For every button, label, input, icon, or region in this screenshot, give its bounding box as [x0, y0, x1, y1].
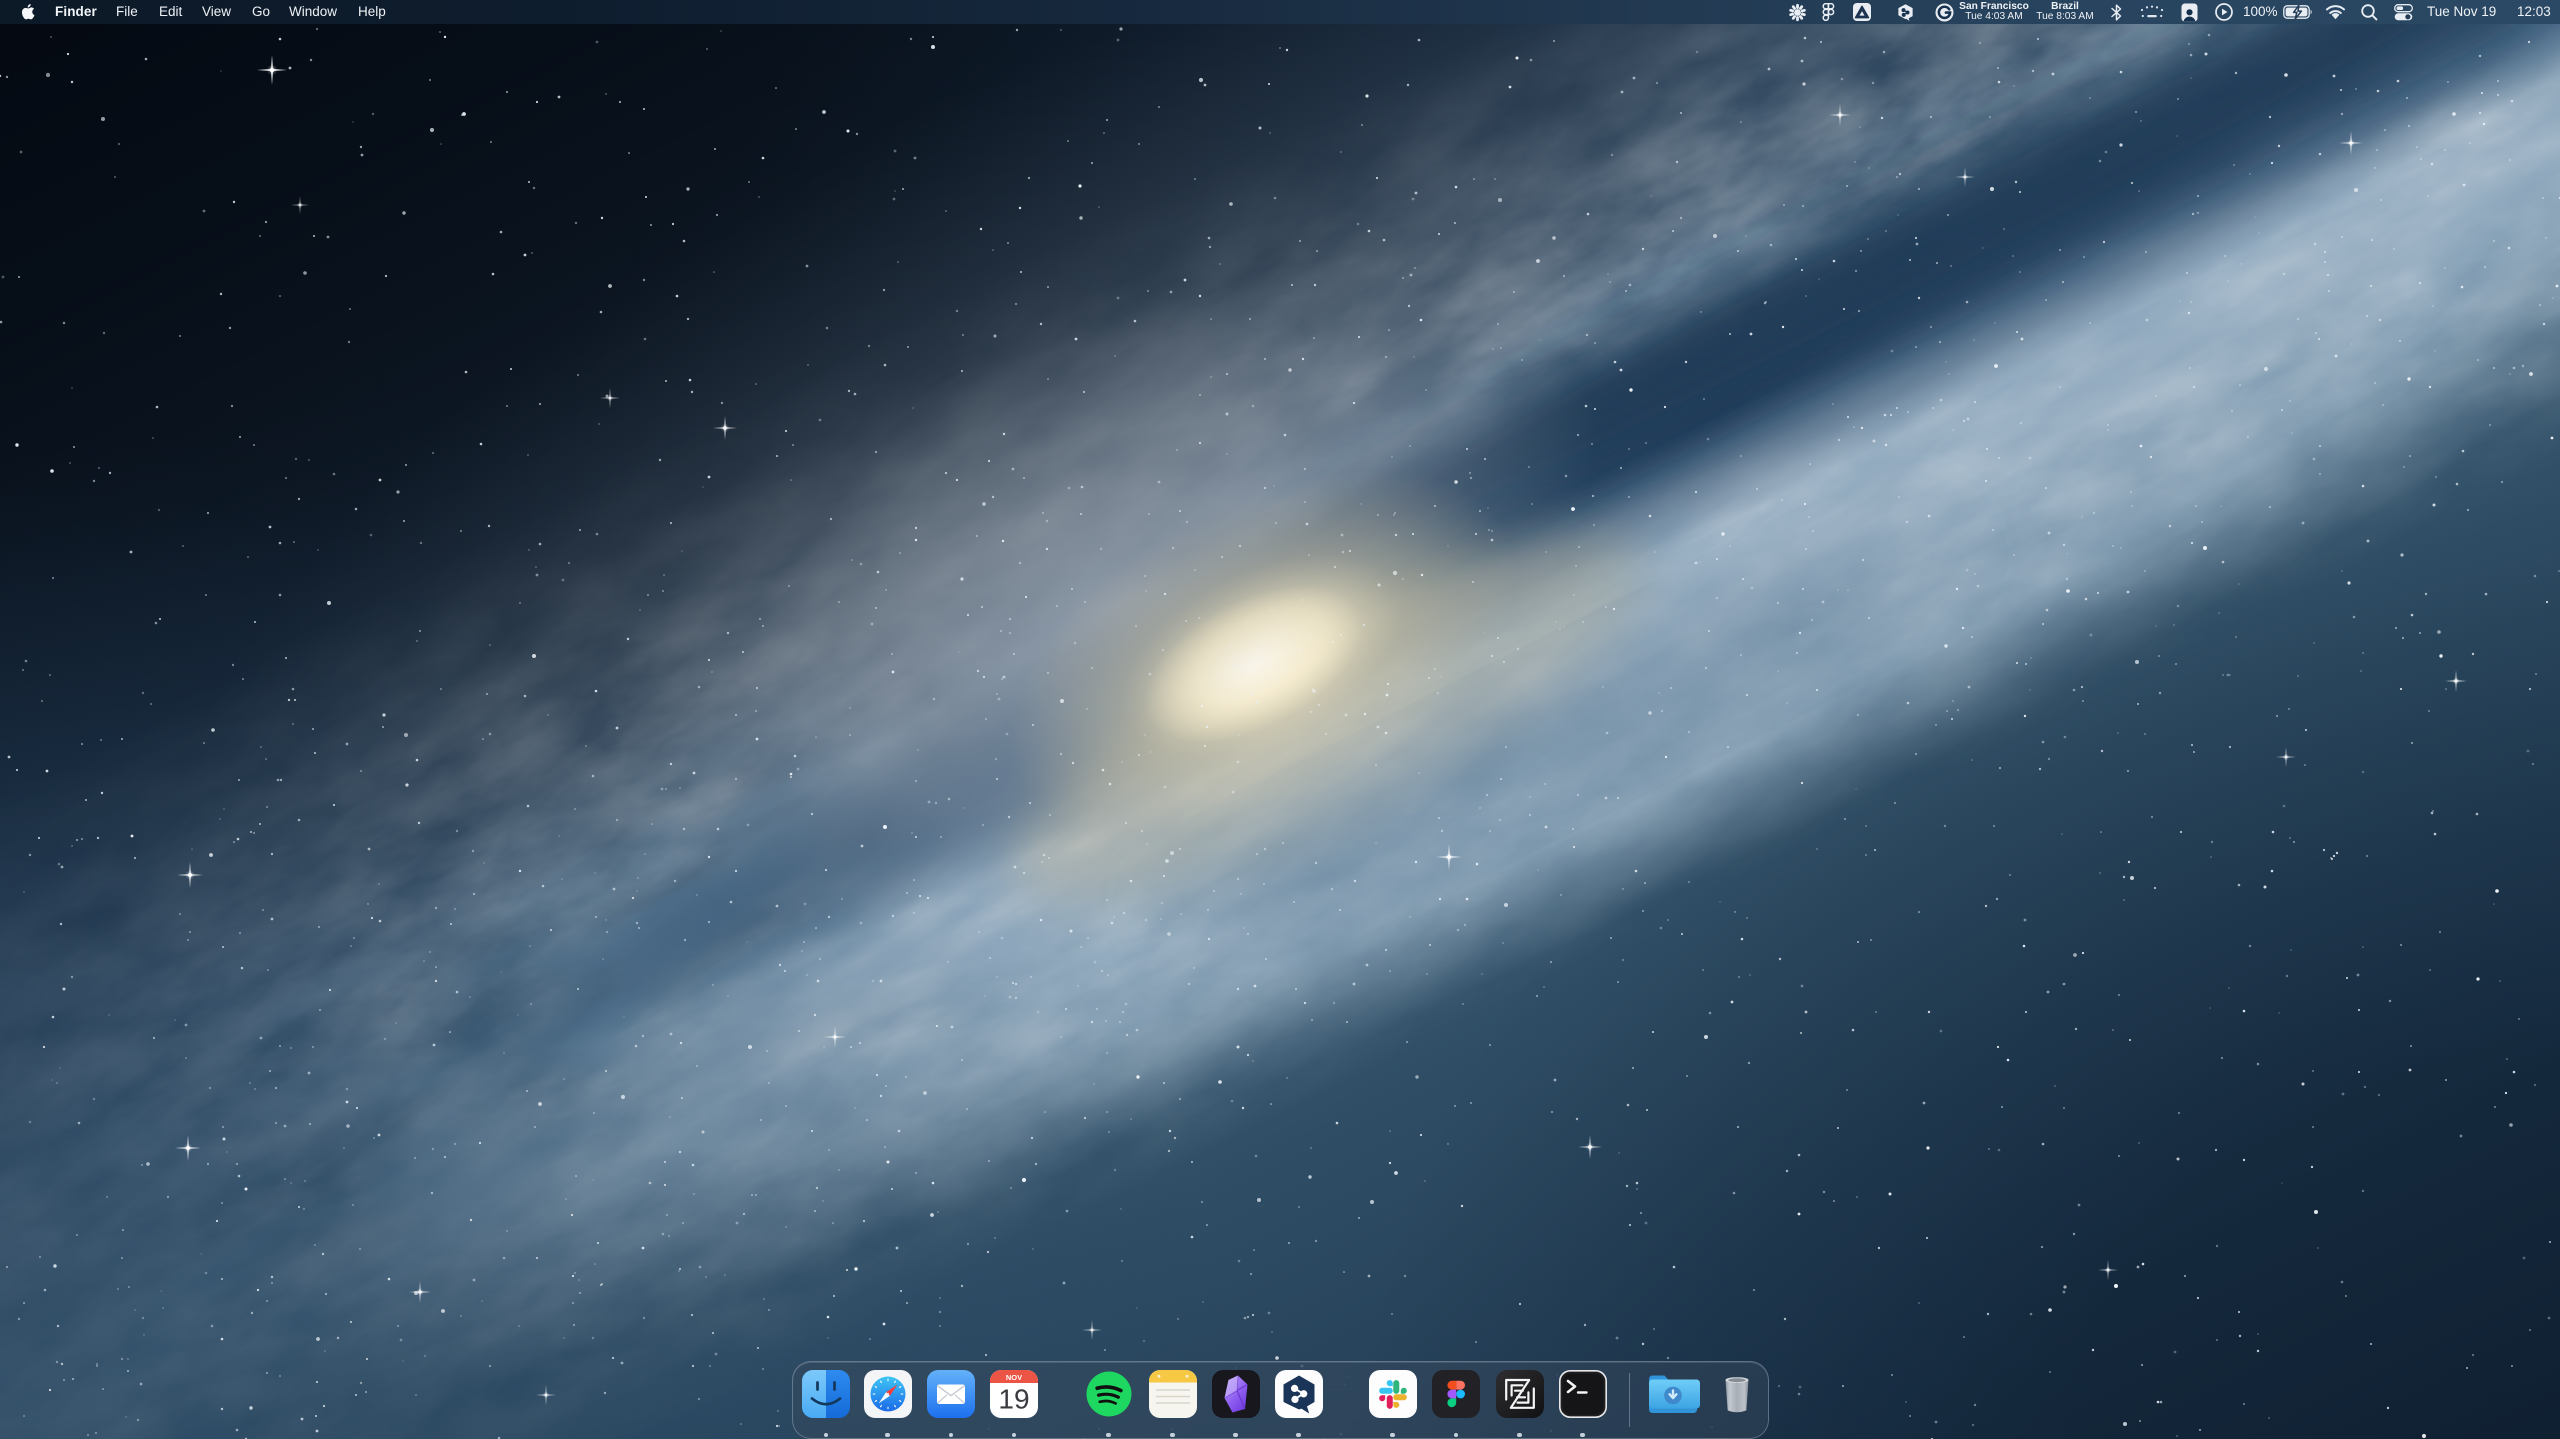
svg-text:19: 19	[998, 1384, 1029, 1415]
svg-text:NOV: NOV	[1006, 1373, 1022, 1382]
